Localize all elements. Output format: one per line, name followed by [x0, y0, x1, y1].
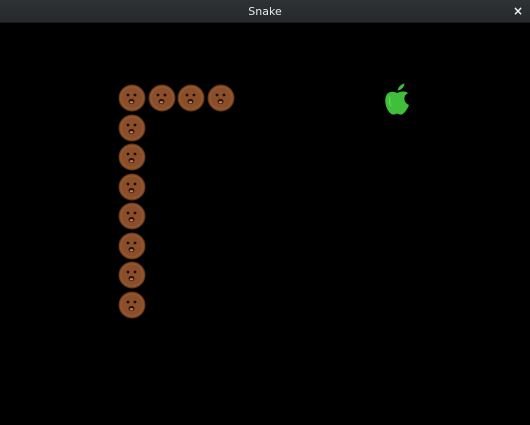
- snake-head: [118, 84, 146, 112]
- snake-segment: [118, 232, 146, 260]
- snake-segment: [118, 202, 146, 230]
- snake-window: Snake ×: [0, 0, 530, 425]
- snake-segment: [207, 84, 235, 112]
- snake-segment: [118, 261, 146, 289]
- snake-segment: [148, 84, 176, 112]
- game-board[interactable]: [0, 23, 530, 425]
- snake-segment: [118, 173, 146, 201]
- snake-segment: [118, 291, 146, 319]
- window-title: Snake: [248, 5, 282, 18]
- snake-segment: [118, 143, 146, 171]
- apple-icon: [385, 83, 409, 115]
- title-bar[interactable]: Snake ×: [0, 0, 530, 23]
- close-button[interactable]: ×: [509, 2, 527, 20]
- snake-segment: [118, 114, 146, 142]
- snake-segment: [177, 84, 205, 112]
